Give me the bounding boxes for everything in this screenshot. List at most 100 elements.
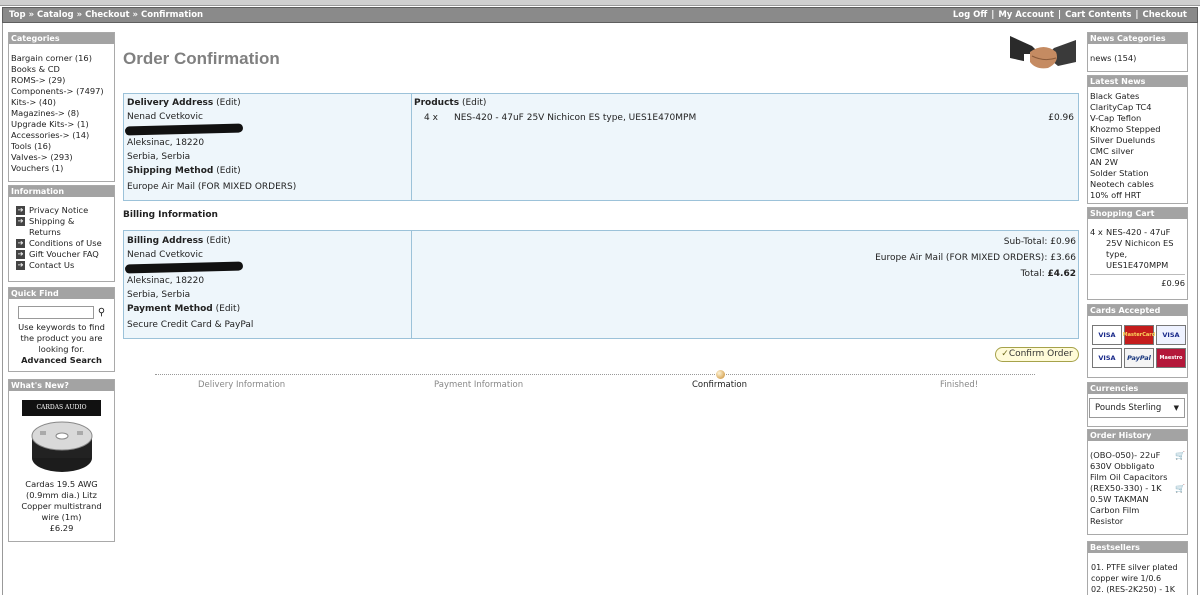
step-confirmation: Confirmation xyxy=(692,380,747,390)
info-item-conditions[interactable]: ➔ Conditions of Use xyxy=(16,238,110,249)
delivery-edit-link[interactable]: (Edit) xyxy=(216,98,240,108)
search-icon[interactable]: ⚲ xyxy=(98,307,105,318)
totals-column: Sub-Total: £0.96 Europe Air Mail (FOR MI… xyxy=(414,234,1076,338)
product-price: £6.29 xyxy=(49,523,74,533)
category-item[interactable]: Vouchers (1) xyxy=(11,163,112,174)
category-item[interactable]: ROMS-> (29) xyxy=(11,75,112,86)
shipping-edit-link[interactable]: (Edit) xyxy=(216,166,240,176)
information-box: Information ➔ Privacy Notice ➔ Shipping & … xyxy=(8,185,115,282)
news-item[interactable]: AN 2W xyxy=(1090,157,1185,168)
delivery-column: Delivery Address (Edit) Nenad Cvetkovic … xyxy=(124,96,409,200)
quick-find-title: Quick Find xyxy=(9,288,114,299)
step-delivery-information[interactable]: Delivery Information xyxy=(198,380,285,390)
cart-item-name[interactable]: NES-420 - 47uF 25V Nichicon ES type, UES… xyxy=(1106,227,1185,271)
quick-find-help: Use keywords to find the product you are… xyxy=(18,322,105,354)
checkout-link[interactable]: Checkout xyxy=(1143,10,1187,20)
news-item[interactable]: Silver Duelunds xyxy=(1090,135,1185,146)
bestseller-item[interactable]: 02. (RES-2K250) - 1K xyxy=(1091,584,1185,595)
header-links: Log Off | My Account | Cart Contents | Checkou… xyxy=(952,10,1187,20)
payment-edit-link[interactable]: (Edit) xyxy=(216,304,240,314)
category-item[interactable]: Components-> (7497) xyxy=(11,86,112,97)
categories-list: Bargain corner (16) Books & CD ROMS-> (2… xyxy=(9,44,114,177)
total-row: Total: £4.62 xyxy=(1020,269,1076,279)
order-history-item[interactable]: (OBO-050)- 22uF 630V Obbligato Film Oil … xyxy=(1090,450,1185,483)
shopping-cart-body: 4 x NES-420 - 47uF 25V Nichicon ES type,… xyxy=(1088,219,1187,292)
category-item[interactable]: Books & CD xyxy=(11,64,112,75)
delivery-city: Aleksinac, 18220 xyxy=(127,138,205,148)
billing-edit-link[interactable]: (Edit) xyxy=(206,236,230,246)
news-item[interactable]: Khozmo Stepped xyxy=(1090,124,1185,135)
info-item-gift-voucher[interactable]: ➔ Gift Voucher FAQ xyxy=(16,249,110,260)
wire-spool-image xyxy=(31,421,93,472)
categories-title: Categories xyxy=(9,33,114,44)
category-item[interactable]: Upgrade Kits-> (1) xyxy=(11,119,112,130)
quick-find-body: ⚲ Use keywords to find the product you a… xyxy=(9,299,114,369)
step-payment-information[interactable]: Payment Information xyxy=(434,380,523,390)
news-item[interactable]: 10% off HRT xyxy=(1090,190,1185,201)
news-item[interactable]: Neotech cables xyxy=(1090,179,1185,190)
products-edit-link[interactable]: (Edit) xyxy=(462,98,486,108)
arrow-right-icon: ➔ xyxy=(16,239,25,248)
cart-add-icon[interactable]: 🛒 xyxy=(1175,483,1185,527)
info-item-contact[interactable]: ➔ Contact Us xyxy=(16,260,110,271)
advanced-search-link[interactable]: Advanced Search xyxy=(11,355,112,366)
arrow-right-icon: ➔ xyxy=(16,217,25,226)
product-name[interactable]: Cardas 19.5 AWG (0.9mm dia.) Litz Copper… xyxy=(12,479,111,523)
news-category-item[interactable]: news (154) xyxy=(1088,44,1187,67)
category-item[interactable]: Magazines-> (8) xyxy=(11,108,112,119)
category-item[interactable]: Bargain corner (16) xyxy=(11,53,112,64)
order-history-box: Order History (OBO-050)- 22uF 630V Obbli… xyxy=(1087,429,1188,535)
breadcrumb-top[interactable]: Top xyxy=(9,10,26,20)
product-line-name[interactable]: NES-420 - 47uF 25V Nichicon ES type, UES… xyxy=(454,111,1048,125)
breadcrumb-confirmation[interactable]: Confirmation xyxy=(141,10,203,20)
product-qty: 4 x xyxy=(424,113,438,123)
news-item[interactable]: V-Cap Teflon xyxy=(1090,113,1185,124)
bestseller-item[interactable]: 01. PTFE silver plated copper wire 1/0.6 xyxy=(1091,562,1185,584)
breadcrumb-catalog[interactable]: Catalog xyxy=(37,10,74,20)
handshake-icon xyxy=(1010,36,1076,69)
product-image[interactable]: CARDAS AUDIO xyxy=(22,400,102,478)
currencies-box: Currencies Pounds Sterling ▼ xyxy=(1087,382,1188,427)
frame-border-left xyxy=(2,23,3,595)
payment-method-heading: Payment Method xyxy=(127,304,213,314)
info-item-privacy[interactable]: ➔ Privacy Notice xyxy=(16,205,110,216)
subtotal-row: Sub-Total: £0.96 xyxy=(1003,237,1076,247)
cart-add-icon[interactable]: 🛒 xyxy=(1175,450,1185,483)
header-bar: Top » Catalog » Checkout » Confirmation … xyxy=(2,7,1198,23)
news-item[interactable]: Black Gates xyxy=(1090,91,1185,102)
billing-panel: Billing Address (Edit) Nenad Cvetkovic A… xyxy=(123,230,1079,339)
delivery-address-heading: Delivery Address xyxy=(127,98,214,108)
category-item[interactable]: Kits-> (40) xyxy=(11,97,112,108)
log-off-link[interactable]: Log Off xyxy=(953,10,987,20)
cart-contents-link[interactable]: Cart Contents xyxy=(1065,10,1131,20)
arrow-right-icon: ➔ xyxy=(16,261,25,270)
category-item[interactable]: Accessories-> (14) xyxy=(11,130,112,141)
mastercard-icon: MasterCard xyxy=(1123,325,1155,345)
breadcrumb-checkout[interactable]: Checkout xyxy=(85,10,129,20)
my-account-link[interactable]: My Account xyxy=(998,10,1054,20)
cards-grid: VISA MasterCard VISA VISA PayPal Maestro xyxy=(1088,316,1187,371)
quick-find-input[interactable] xyxy=(17,306,94,319)
delivery-name: Nenad Cvetkovic xyxy=(127,112,203,122)
redacted-address xyxy=(124,261,244,274)
currency-select[interactable]: Pounds Sterling ▼ xyxy=(1089,398,1185,418)
shipping-method-heading: Shipping Method xyxy=(127,166,214,176)
news-item[interactable]: ClarityCap TC4 xyxy=(1090,102,1185,113)
delivery-country: Serbia, Serbia xyxy=(127,152,191,162)
news-item[interactable]: Solder Station xyxy=(1090,168,1185,179)
delivery-panel: Delivery Address (Edit) Nenad Cvetkovic … xyxy=(123,93,1079,201)
breadcrumb: Top » Catalog » Checkout » Confirmation xyxy=(9,8,203,22)
category-item[interactable]: Tools (16) xyxy=(11,141,112,152)
shopping-cart-box: Shopping Cart 4 x NES-420 - 47uF 25V Nic… xyxy=(1087,207,1188,300)
confirm-order-button[interactable]: ✓Confirm Order xyxy=(995,347,1079,362)
product-line: 4 x NES-420 - 47uF 25V Nichicon ES type,… xyxy=(414,111,1076,125)
category-item[interactable]: Valves-> (293) xyxy=(11,152,112,163)
news-item[interactable]: CMC silver xyxy=(1090,146,1185,157)
info-item-shipping[interactable]: ➔ Shipping & Returns xyxy=(16,216,110,238)
payment-method-value: Secure Credit Card & PayPal xyxy=(127,320,254,330)
page-title: Order Confirmation xyxy=(123,49,280,68)
cards-accepted-box: Cards Accepted VISA MasterCard VISA VISA… xyxy=(1087,304,1188,378)
news-categories-box: News Categories news (154) xyxy=(1087,32,1188,72)
panel-divider xyxy=(411,231,412,338)
order-history-item[interactable]: (REX50-330) - 1K 0.5W TAKMAN Carbon Film… xyxy=(1090,483,1185,527)
